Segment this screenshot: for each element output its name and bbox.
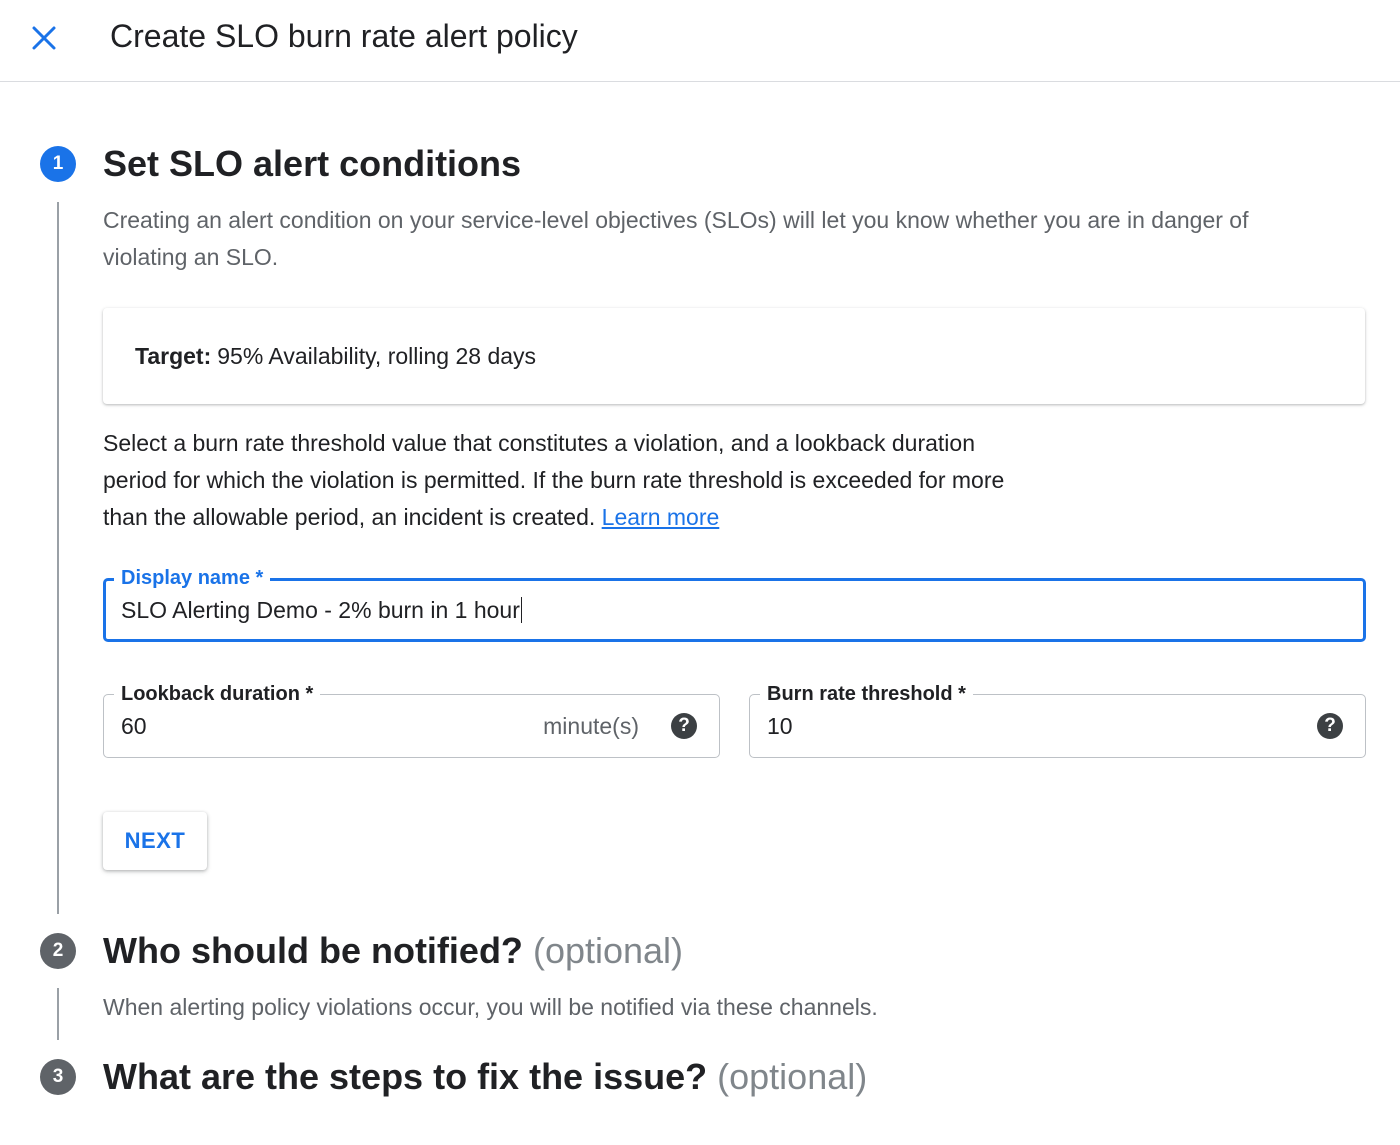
step-2-title-text: Who should be notified?: [103, 930, 523, 971]
step-2-description: When alerting policy violations occur, y…: [103, 994, 878, 1020]
step-2-connector: [57, 988, 59, 1040]
target-label: Target:: [135, 342, 212, 369]
text-caret: [520, 597, 522, 623]
target-card: Target: 95% Availability, rolling 28 day…: [103, 308, 1365, 404]
step-3-title-text: What are the steps to fix the issue?: [103, 1056, 708, 1097]
target-value: 95% Availability, rolling 28 days: [217, 342, 537, 369]
page-title: Create SLO burn rate alert policy: [110, 18, 578, 54]
learn-more-link[interactable]: Learn more: [602, 504, 720, 530]
display-name-value: SLO Alerting Demo - 2% burn in 1 hour: [121, 596, 520, 623]
next-button[interactable]: NEXT: [103, 812, 207, 870]
step-2-optional: (optional): [532, 930, 684, 971]
instructions-text: Select a burn rate threshold value that …: [103, 425, 1043, 536]
lookback-duration-input[interactable]: 60: [121, 695, 147, 757]
lookback-duration-field[interactable]: Lookback duration * 60 minute(s) ?: [103, 681, 720, 758]
burn-rate-threshold-field[interactable]: Burn rate threshold * 10 ?: [749, 681, 1366, 758]
close-button[interactable]: [24, 18, 64, 58]
step-1-description: Creating an alert condition on your serv…: [103, 207, 1249, 270]
display-name-input[interactable]: SLO Alerting Demo - 2% burn in 1 hour: [121, 581, 522, 639]
step-1-number: 1: [40, 146, 76, 182]
close-icon: [32, 26, 56, 50]
help-icon[interactable]: ?: [671, 713, 697, 739]
step-1-connector: [57, 202, 59, 914]
help-icon[interactable]: ?: [1317, 713, 1343, 739]
step-3-number: 3: [40, 1059, 76, 1095]
step-1-title[interactable]: Set SLO alert conditions: [103, 142, 521, 186]
lookback-duration-unit: minute(s): [543, 712, 639, 739]
step-2-title[interactable]: Who should be notified? (optional): [103, 929, 683, 973]
display-name-field[interactable]: Display name * SLO Alerting Demo - 2% bu…: [103, 565, 1366, 642]
burn-rate-threshold-input[interactable]: 10: [767, 695, 793, 757]
step-2-number: 2: [40, 933, 76, 969]
step-3-title[interactable]: What are the steps to fix the issue? (op…: [103, 1055, 867, 1099]
step-3-optional: (optional): [717, 1056, 868, 1097]
instructions-body: Select a burn rate threshold value that …: [103, 430, 1005, 530]
dialog-header: Create SLO burn rate alert policy: [0, 0, 1400, 82]
